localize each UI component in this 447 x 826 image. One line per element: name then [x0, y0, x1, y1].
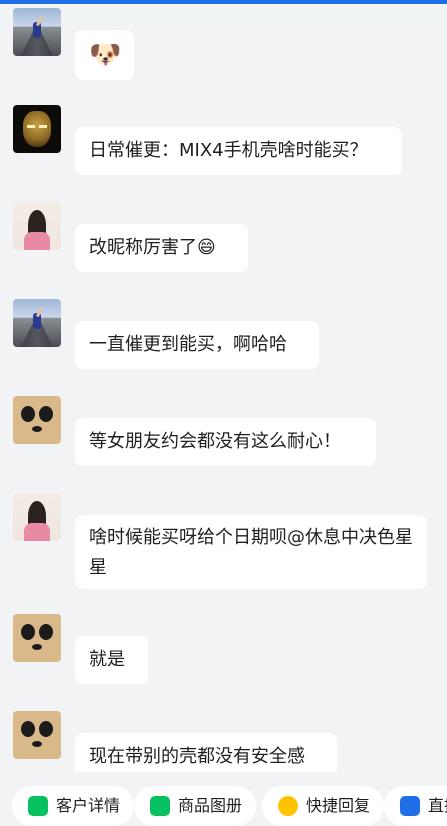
panda-mouth	[32, 741, 42, 747]
panda-eye	[21, 624, 35, 640]
avatar[interactable]	[13, 202, 61, 250]
quick-action-label: 快捷回复	[306, 796, 371, 815]
panda-mouth	[32, 426, 42, 432]
customer-details-button[interactable]: 客户详情	[12, 786, 134, 826]
album-icon	[150, 796, 170, 816]
message-text: 就是	[89, 649, 125, 670]
quick-action-label: 直播	[428, 796, 447, 815]
body-shape	[24, 523, 50, 541]
avatar[interactable]	[13, 493, 61, 541]
message-text: 现在带别的壳都没有安全感	[89, 746, 305, 767]
quick-reply-button[interactable]: 快捷回复	[262, 786, 384, 826]
avatar[interactable]	[13, 614, 61, 662]
quick-action-bar: 客户详情 商品图册 快捷回复 直播	[0, 772, 447, 826]
quick-reply-icon	[278, 796, 298, 816]
message-bubble[interactable]: 🐶	[75, 30, 134, 80]
ironman-mask	[23, 111, 51, 147]
product-album-button[interactable]: 商品图册	[134, 786, 256, 826]
ironman-eye	[39, 125, 47, 128]
avatar[interactable]	[13, 396, 61, 444]
avatar[interactable]	[13, 8, 61, 56]
panda-eye	[39, 624, 53, 640]
message-bubble[interactable]: 日常催更：MIX4手机壳啥时能买？	[75, 127, 402, 175]
live-button[interactable]: 直播	[384, 786, 447, 826]
message-bubble[interactable]: 改昵称厉害了😄	[75, 224, 248, 272]
avatar[interactable]	[13, 299, 61, 347]
panda-mouth	[32, 644, 42, 650]
panda-eye	[39, 406, 53, 422]
live-icon	[400, 796, 420, 816]
quick-action-label: 商品图册	[178, 796, 243, 815]
panda-eye	[21, 406, 35, 422]
message-text: 一直催更到能买，啊哈哈	[89, 334, 287, 355]
message-bubble[interactable]: 一直催更到能买，啊哈哈	[75, 321, 319, 369]
message-bubble[interactable]: 等女朋友约会都没有这么耐心！	[75, 418, 376, 466]
top-accent-bar	[0, 0, 447, 4]
quick-action-label: 客户详情	[56, 796, 121, 815]
message-text: 日常催更：MIX4手机壳啥时能买？	[89, 140, 368, 161]
avatar[interactable]	[13, 711, 61, 759]
message-bubble[interactable]: 啥时候能买呀给个日期呗@休息中决色星星	[75, 515, 427, 589]
customer-icon	[28, 796, 48, 816]
ironman-eye	[27, 125, 35, 128]
message-text: 等女朋友约会都没有这么耐心！	[89, 431, 341, 452]
message-bubble[interactable]: 就是	[75, 636, 148, 684]
body-shape	[24, 232, 50, 250]
doge-emoji: 🐶	[89, 40, 122, 70]
panda-eye	[39, 721, 53, 737]
panda-eye	[21, 721, 35, 737]
message-text: 改昵称厉害了😄	[89, 237, 216, 258]
message-text: 啥时候能买呀给个日期呗@休息中决色星星	[89, 527, 413, 578]
avatar[interactable]	[13, 105, 61, 153]
